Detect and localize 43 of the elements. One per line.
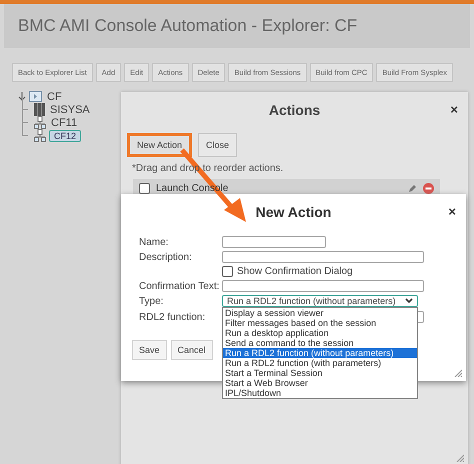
resize-grip-icon[interactable]	[454, 369, 462, 377]
close-icon[interactable]: ×	[450, 102, 458, 117]
tree-item[interactable]: CF12	[49, 130, 82, 142]
dropdown-option[interactable]: IPL/Shutdown	[223, 388, 417, 398]
checkbox-label: Show Confirmation Dialog	[237, 266, 353, 277]
dropdown-option[interactable]: Display a session viewer	[223, 308, 417, 318]
dialog-button[interactable]: New Action	[127, 133, 192, 157]
input-field[interactable]	[222, 251, 424, 263]
dropdown-option[interactable]: Run a RDL2 function (with parameters)	[223, 358, 417, 368]
field-label: Name:	[139, 236, 170, 248]
page-title: BMC AMI Console Automation - Explorer: CF	[18, 16, 358, 36]
input-field[interactable]	[222, 280, 424, 292]
delete-icon[interactable]	[423, 182, 434, 194]
close-icon[interactable]: ×	[448, 204, 456, 219]
dropdown-option[interactable]: Start a Terminal Session	[223, 368, 417, 378]
server-icon	[34, 103, 45, 116]
field-label: Confirmation Text:	[139, 280, 220, 292]
folder-icon	[29, 91, 42, 102]
dialog-title: Actions	[268, 102, 320, 118]
tree-item[interactable]: CF11	[49, 116, 80, 128]
tree-item[interactable]: CF	[45, 90, 64, 102]
checkbox[interactable]	[222, 266, 233, 277]
input-field[interactable]	[222, 236, 326, 248]
dialog-button[interactable]: Close	[198, 133, 238, 157]
dropdown-option[interactable]: Filter messages based on the session	[223, 318, 417, 328]
field-label: RDL2 function:	[139, 312, 206, 322]
field-label: Description:	[139, 252, 193, 262]
computer-icon	[34, 116, 46, 129]
dropdown-option[interactable]: Start a Web Browser	[223, 378, 417, 388]
dialog-button[interactable]: Save	[132, 340, 167, 360]
tree-item[interactable]: SISYSA	[48, 104, 92, 116]
resize-grip-icon[interactable]	[456, 454, 464, 462]
type-dropdown[interactable]: Run a RDL2 function (without parameters)	[222, 295, 418, 307]
dropdown-option[interactable]: Run a desktop application	[223, 328, 417, 338]
dialog-button[interactable]: Cancel	[170, 340, 213, 360]
dropdown-option[interactable]: Run a RDL2 function (without parameters)	[223, 348, 417, 358]
checkbox[interactable]	[139, 182, 150, 194]
caret-icon	[405, 298, 413, 304]
field-label: Type:	[139, 296, 164, 307]
dialog-title: New Action	[256, 204, 332, 220]
computer-icon	[34, 129, 46, 142]
dropdown-option[interactable]: Send a command to the session	[223, 338, 417, 348]
tree-expander-icon[interactable]	[18, 92, 26, 101]
